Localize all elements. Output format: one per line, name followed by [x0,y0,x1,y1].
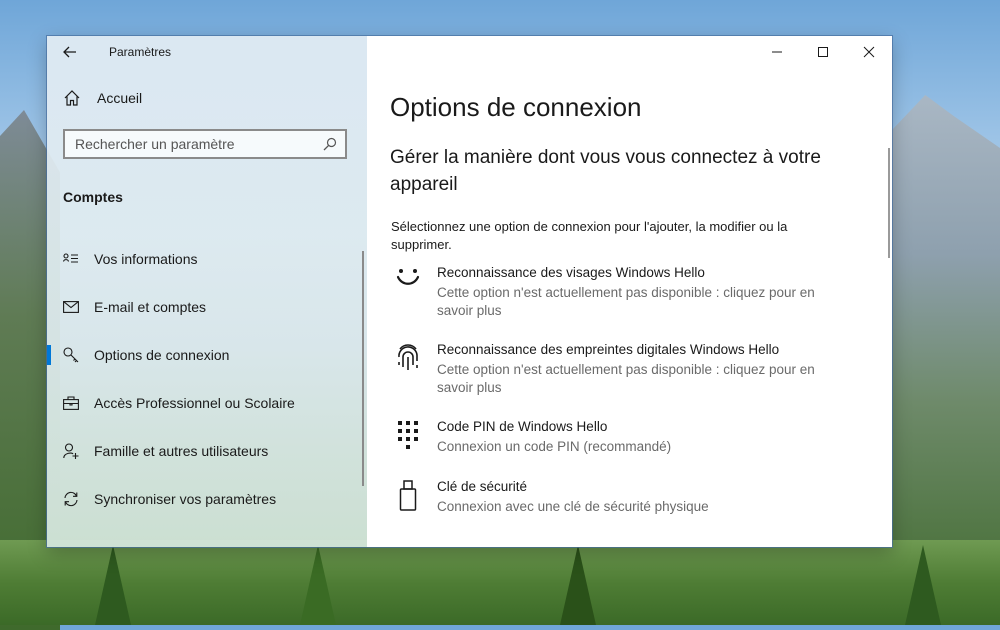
briefcase-icon [63,395,79,411]
option-title: Reconnaissance des empreintes digitales … [437,342,780,357]
desktop-valley [0,540,1000,625]
sidebar-scrollbar[interactable] [362,251,364,486]
home-icon [64,90,80,106]
page-title: Options de connexion [390,92,642,122]
option-text: Clé de sécurité Connexion avec une clé d… [437,478,827,516]
option-text: Code PIN de Windows Hello Connexion un c… [437,418,827,456]
close-button[interactable] [846,36,892,68]
page-subtitle: Gérer la manière dont vous vous connecte… [390,147,821,195]
sidebar-item-label: Synchroniser vos paramètres [94,491,277,507]
sidebar-item-synchroniser[interactable]: Synchroniser vos paramètres [47,475,367,523]
person-card-icon [63,251,79,267]
home-label: Accueil [97,90,143,106]
search-box[interactable] [63,129,347,159]
maximize-icon [818,47,828,57]
option-face-recognition[interactable]: Reconnaissance des visages Windows Hello… [391,264,831,320]
sidebar-item-famille[interactable]: Famille et autres utilisateurs [47,427,367,475]
pin-keypad-icon [391,418,425,454]
sidebar-item-label: Options de connexion [94,347,230,363]
sidebar-item-label: Accès Professionnel ou Scolaire [94,395,295,411]
option-title: Reconnaissance des visages Windows Hello [437,265,705,280]
search-input[interactable] [75,136,315,152]
desktop-tree [560,545,596,625]
main-content: Options de connexion Gérer la manière do… [367,36,892,547]
minimize-button[interactable] [754,36,800,68]
sidebar-item-label: Famille et autres utilisateurs [94,443,269,459]
app-title: Paramètres [109,45,172,59]
sync-icon [63,491,79,507]
sidebar-item-label: Vos informations [94,251,198,267]
smiley-face-icon [391,264,425,300]
desktop-tree [300,545,336,625]
sidebar-item-email[interactable]: E-mail et comptes [47,283,367,331]
usb-key-icon [391,478,425,514]
option-title: Clé de sécurité [437,479,528,494]
sidebar-item-vos-informations[interactable]: Vos informations [47,235,367,283]
option-title: Code PIN de Windows Hello [437,419,608,434]
desktop-tree [95,545,131,625]
key-icon [63,347,79,363]
sidebar-item-acces-pro[interactable]: Accès Professionnel ou Scolaire [47,379,367,427]
add-person-icon [63,443,79,459]
option-description: Cette option n'est actuellement pas disp… [437,285,815,318]
mail-icon [63,299,79,315]
titlebar: Paramètres [47,36,367,68]
option-text: Reconnaissance des empreintes digitales … [437,341,827,397]
option-fingerprint[interactable]: Reconnaissance des empreintes digitales … [391,341,831,397]
window-controls [754,36,892,68]
option-description: Cette option n'est actuellement pas disp… [437,362,815,395]
section-title: Comptes [63,189,123,205]
back-button[interactable] [47,36,93,68]
sidebar-nav: Vos informations E-mail et comptes Optio… [47,235,367,523]
option-description: Connexion avec une clé de sécurité physi… [437,499,709,514]
sidebar-item-options-de-connexion[interactable]: Options de connexion [47,331,367,379]
option-text: Reconnaissance des visages Windows Hello… [437,264,827,320]
back-arrow-icon [63,46,76,58]
settings-window: Paramètres Accueil Comptes Vos informati… [47,36,892,547]
option-pin[interactable]: Code PIN de Windows Hello Connexion un c… [391,418,831,456]
home-link[interactable]: Accueil [47,76,367,120]
search-icon[interactable] [323,137,337,151]
sidebar: Paramètres Accueil Comptes Vos informati… [47,36,367,547]
intro-text: Sélectionnez une option de connexion pou… [391,219,788,252]
sidebar-item-label: E-mail et comptes [94,299,207,315]
desktop-tree [905,545,941,625]
main-scrollbar[interactable] [888,148,890,258]
option-security-key[interactable]: Clé de sécurité Connexion avec une clé d… [391,478,831,516]
close-icon [863,46,875,58]
maximize-button[interactable] [800,36,846,68]
option-description: Connexion un code PIN (recommandé) [437,439,672,454]
minimize-icon [772,51,782,53]
fingerprint-icon [391,341,425,377]
